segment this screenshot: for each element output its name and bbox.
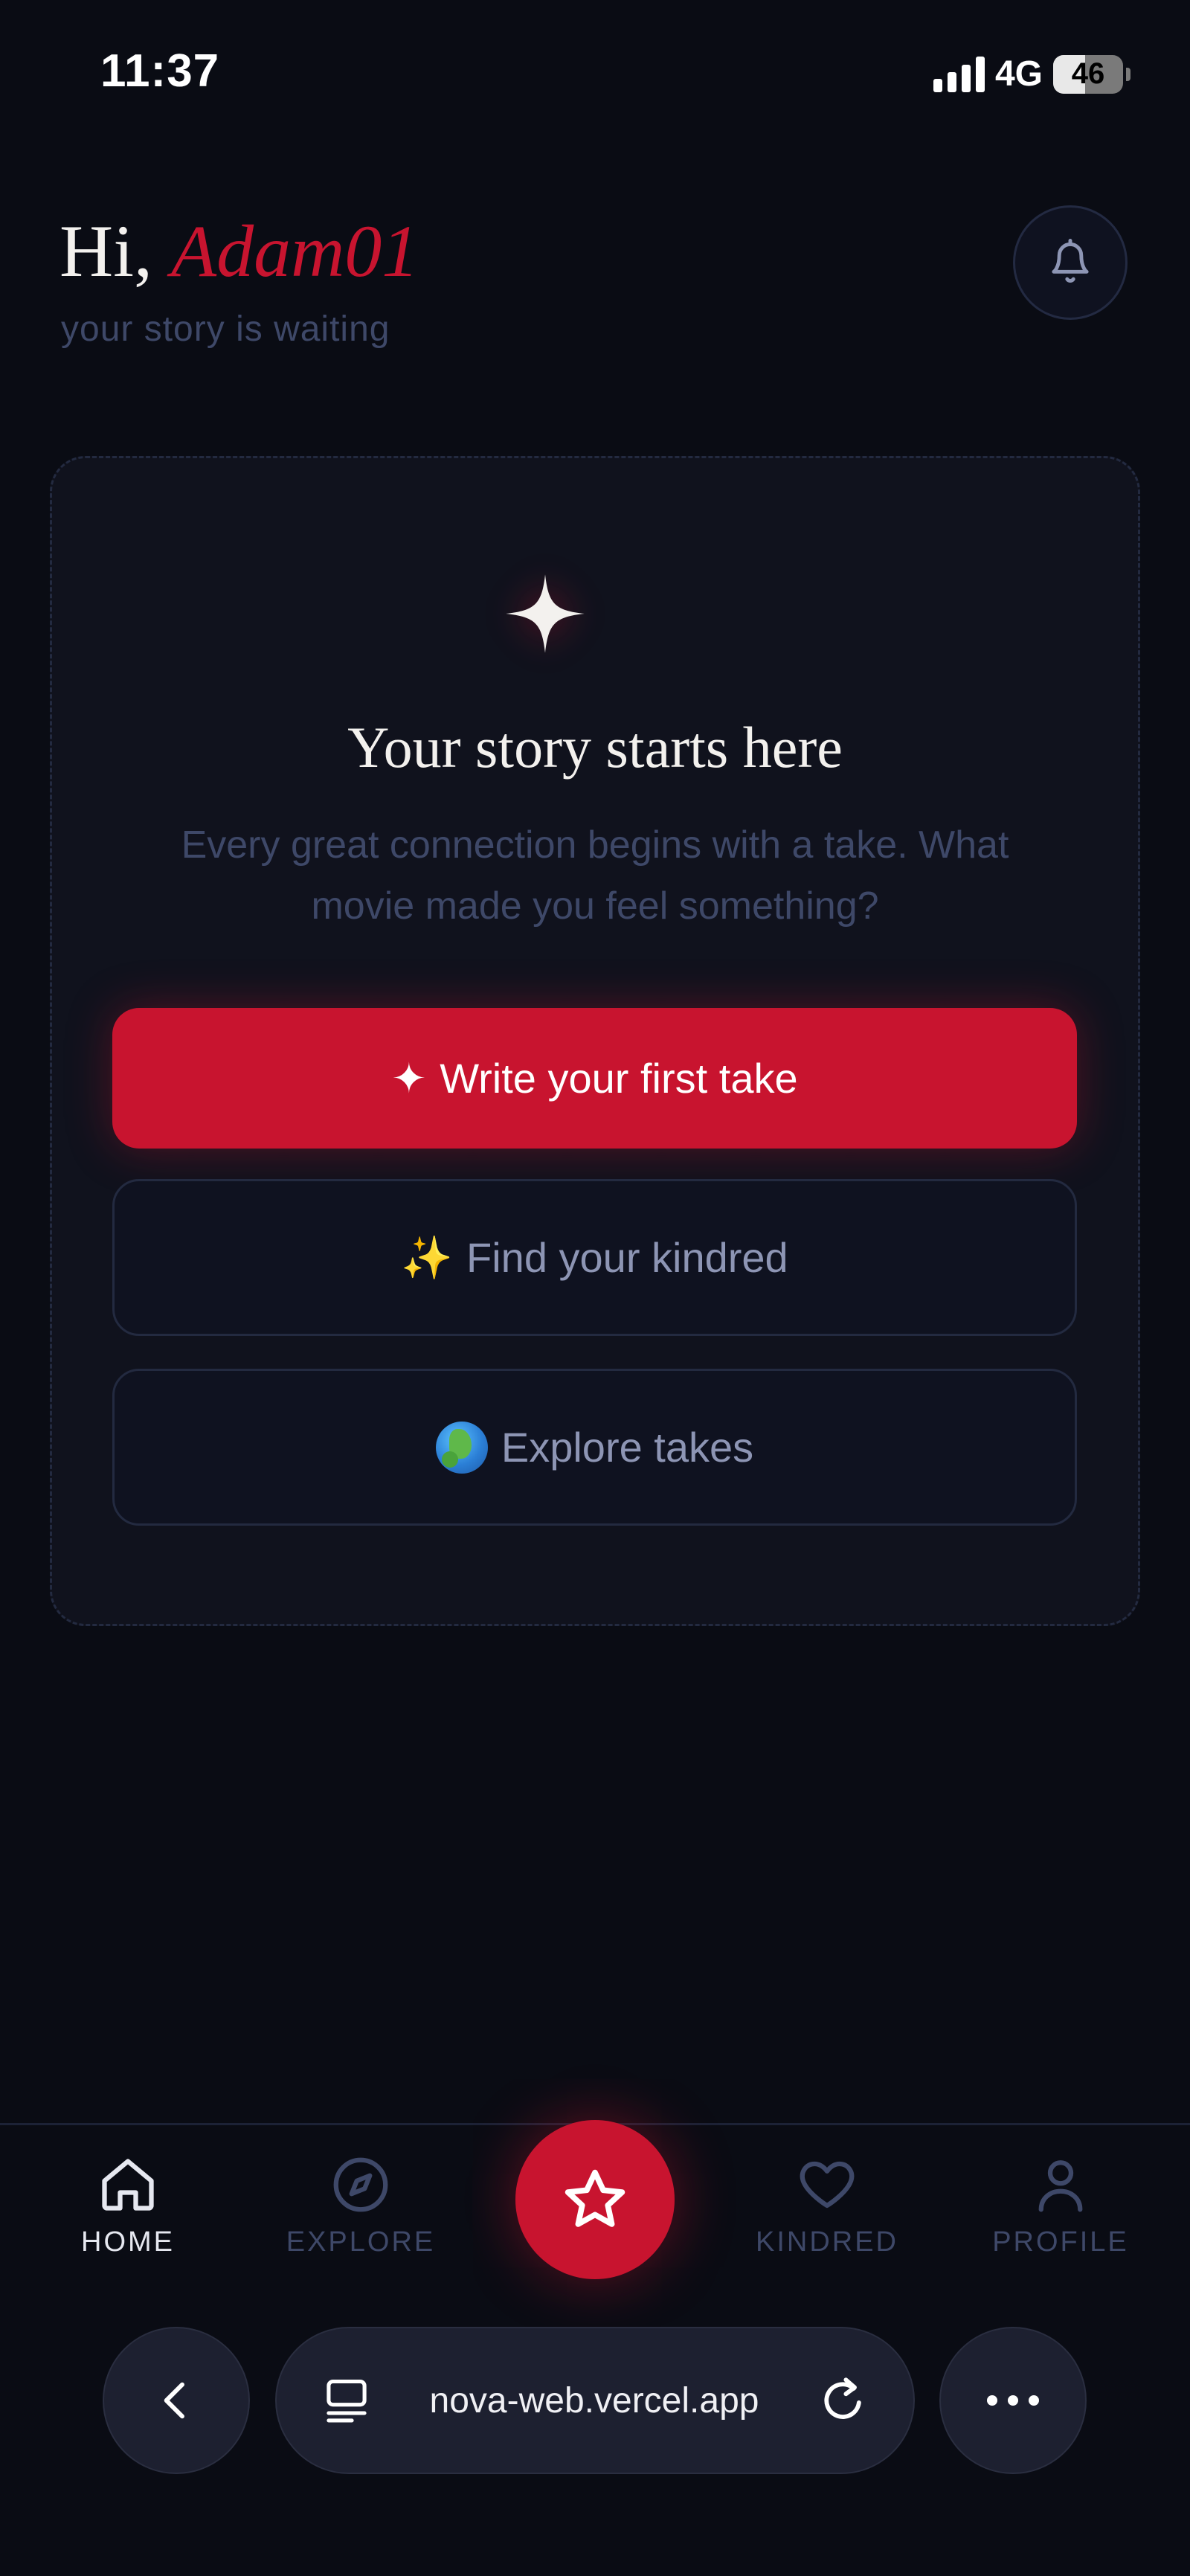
battery-icon: 46 <box>1053 54 1123 94</box>
home-icon <box>102 2159 154 2211</box>
battery-level: 46 <box>1071 57 1105 90</box>
write-first-take-button[interactable]: ✦ Write your first take <box>112 1008 1077 1149</box>
bell-icon <box>1052 239 1089 283</box>
greeting-subtitle: your story is waiting <box>61 309 390 349</box>
nav-profile[interactable]: PROFILE <box>971 2153 1150 2258</box>
username: Adam01 <box>171 210 419 292</box>
nav-explore-label: EXPLORE <box>286 2226 436 2258</box>
browser-back-button[interactable] <box>103 2327 250 2474</box>
url-text[interactable]: nova-web.vercel.app <box>372 2380 817 2421</box>
star-icon <box>565 2169 625 2227</box>
find-kindred-button[interactable]: ✨ Find your kindred <box>112 1179 1077 1336</box>
nav-profile-label: PROFILE <box>992 2226 1129 2258</box>
tabs-icon[interactable] <box>321 2375 372 2426</box>
explore-takes-button[interactable]: Explore takes <box>112 1369 1077 1526</box>
notifications-button[interactable] <box>1013 205 1128 320</box>
reload-icon[interactable] <box>817 2374 869 2426</box>
sparkle-small-icon: ✦ <box>391 1054 427 1102</box>
nav-home-label: HOME <box>81 2226 175 2258</box>
more-dot <box>1029 2395 1039 2406</box>
home-screen: 11:37 4G 46 Hi, Adam01 your story is wai… <box>0 0 1190 2576</box>
explore-takes-label: Explore takes <box>501 1424 754 1471</box>
status-indicators: 4G 46 <box>933 54 1130 94</box>
write-first-take-label: Write your first take <box>440 1055 798 1102</box>
card-description: Every great connection begins with a tak… <box>181 823 1009 928</box>
status-time: 11:37 <box>100 45 220 97</box>
battery-nub <box>1126 67 1130 81</box>
address-bar[interactable]: nova-web.vercel.app <box>275 2327 915 2474</box>
find-kindred-label: Find your kindred <box>466 1234 788 1281</box>
sparkles-emoji-icon: ✨ <box>401 1233 454 1281</box>
card-title: Your story starts here <box>347 715 843 780</box>
more-dot <box>1008 2395 1018 2406</box>
heart-icon <box>800 2161 855 2209</box>
more-dot <box>987 2395 997 2406</box>
nav-kindred[interactable]: KINDRED <box>738 2153 916 2258</box>
cellular-signal-icon <box>933 56 985 92</box>
network-type: 4G <box>994 54 1043 94</box>
new-take-fab[interactable] <box>515 2120 675 2279</box>
compass-icon <box>333 2157 388 2212</box>
browser-more-button[interactable] <box>939 2327 1087 2474</box>
greeting: Hi, Adam01 <box>60 208 419 294</box>
sparkle-icon <box>506 574 585 653</box>
globe-emoji-icon <box>435 1421 488 1474</box>
nav-explore[interactable]: EXPLORE <box>271 2153 450 2258</box>
greeting-prefix: Hi, <box>60 210 171 292</box>
person-icon <box>1038 2160 1083 2212</box>
chevron-left-icon <box>164 2382 184 2419</box>
nav-home[interactable]: HOME <box>39 2153 217 2258</box>
nav-kindred-label: KINDRED <box>755 2226 899 2258</box>
